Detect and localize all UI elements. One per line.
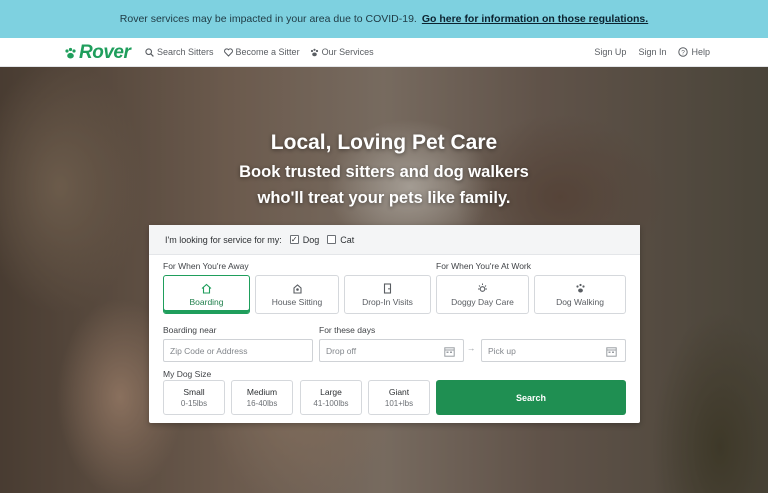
service-house-sitting[interactable]: House Sitting: [255, 275, 339, 314]
service-boarding-label: Boarding: [189, 297, 224, 307]
paw-logo-icon: [65, 47, 76, 58]
cat-checkbox[interactable]: Cat: [327, 235, 354, 245]
nav-links: Search Sitters Become a Sitter Our Servi…: [145, 38, 374, 66]
size-medium-range: 16-40lbs: [246, 399, 278, 408]
location-input[interactable]: Zip Code or Address: [163, 339, 313, 362]
pick-up-placeholder: Pick up: [488, 345, 516, 356]
size-small-range: 0-15lbs: [180, 399, 208, 408]
nav-our-services-label: Our Services: [321, 47, 374, 57]
calendar-icon: [444, 347, 455, 357]
date-range-arrow: →: [467, 343, 476, 353]
location-placeholder: Zip Code or Address: [170, 345, 248, 356]
covid-banner: Rover services may be impacted in your a…: [0, 0, 768, 38]
help-link[interactable]: ? Help: [678, 47, 710, 57]
service-dog-walking[interactable]: Dog Walking: [534, 275, 626, 314]
service-drop-in-visits[interactable]: Drop-In Visits: [344, 275, 431, 314]
nav-become-sitter-label: Become a Sitter: [235, 47, 300, 57]
boarding-near-label: Boarding near: [163, 325, 217, 335]
door-icon: [383, 283, 392, 294]
hero-subtitle-line1: Book trusted sitters and dog walkers: [239, 163, 529, 181]
dog-checkbox-box[interactable]: ✓: [289, 235, 299, 244]
nav-become-sitter[interactable]: Become a Sitter: [223, 47, 300, 57]
sign-up-link[interactable]: Sign Up: [594, 47, 626, 57]
banner-link[interactable]: Go here for information on those regulat…: [422, 13, 648, 25]
dog-size-label: My Dog Size: [163, 369, 212, 379]
cat-checkbox-box[interactable]: [327, 235, 337, 244]
pet-type-bar: I'm looking for service for my: ✓ Dog Ca…: [149, 225, 640, 255]
service-boarding[interactable]: Boarding: [163, 275, 250, 314]
nav-search-sitters-label: Search Sitters: [157, 47, 214, 57]
svg-text:?: ?: [682, 49, 686, 56]
dog-checkbox[interactable]: ✓ Dog: [289, 234, 320, 245]
cat-checkbox-label: Cat: [340, 234, 355, 245]
size-small-label: Small: [183, 387, 205, 397]
drop-off-input[interactable]: Drop off: [319, 339, 464, 362]
nav-account: Sign Up Sign In ? Help: [594, 38, 710, 66]
rover-logo[interactable]: Rover: [64, 42, 131, 64]
top-nav: Rover Search Sitters Become a Sitter Our…: [0, 38, 768, 67]
service-doggy-day-care[interactable]: Doggy Day Care: [436, 275, 529, 314]
calendar-icon: [606, 347, 617, 357]
days-label: For these days: [319, 325, 376, 335]
size-medium[interactable]: Medium 16-40lbs: [231, 380, 293, 415]
banner-text: Rover services may be impacted in your a…: [119, 13, 417, 25]
help-label: Help: [691, 47, 710, 57]
search-form: I'm looking for service for my: ✓ Dog Ca…: [149, 225, 640, 423]
size-medium-label: Medium: [246, 387, 278, 397]
service-dog-walking-label: Dog Walking: [556, 297, 604, 307]
size-large[interactable]: Large 41-100lbs: [300, 380, 362, 415]
pick-up-input[interactable]: Pick up: [481, 339, 626, 362]
size-giant-range: 101+lbs: [384, 399, 414, 408]
sun-icon: [478, 283, 487, 292]
dog-checkbox-label: Dog: [302, 234, 320, 245]
logo-text: Rover: [79, 42, 131, 63]
hero-title: Local, Loving Pet Care: [270, 131, 498, 154]
paw-icon: [310, 48, 318, 56]
drop-off-placeholder: Drop off: [326, 345, 357, 356]
help-icon: ?: [678, 47, 689, 57]
paw-icon: [575, 283, 585, 293]
size-giant-label: Giant: [388, 387, 410, 397]
work-heading: For When You're At Work: [436, 261, 532, 271]
sign-in-link[interactable]: Sign In: [638, 47, 666, 57]
size-small[interactable]: Small 0-15lbs: [163, 380, 225, 415]
nav-our-services[interactable]: Our Services: [310, 47, 374, 57]
away-heading: For When You're Away: [163, 261, 249, 271]
search-icon: [145, 47, 154, 57]
house-icon: [201, 283, 212, 294]
search-button[interactable]: Search: [436, 380, 626, 415]
hero-subtitle-line2: who'll treat your pets like family.: [257, 189, 511, 207]
service-drop-in-visits-label: Drop-In Visits: [362, 297, 413, 307]
nav-search-sitters[interactable]: Search Sitters: [145, 47, 214, 57]
looking-for-label: I'm looking for service for my:: [165, 234, 282, 245]
service-house-sitting-label: House Sitting: [271, 297, 323, 307]
size-large-label: Large: [320, 387, 342, 397]
heart-icon: [223, 47, 233, 57]
size-giant[interactable]: Giant 101+lbs: [368, 380, 430, 415]
sitter-icon: [292, 284, 302, 294]
service-doggy-day-care-label: Doggy Day Care: [451, 297, 514, 307]
size-large-range: 41-100lbs: [313, 399, 349, 408]
